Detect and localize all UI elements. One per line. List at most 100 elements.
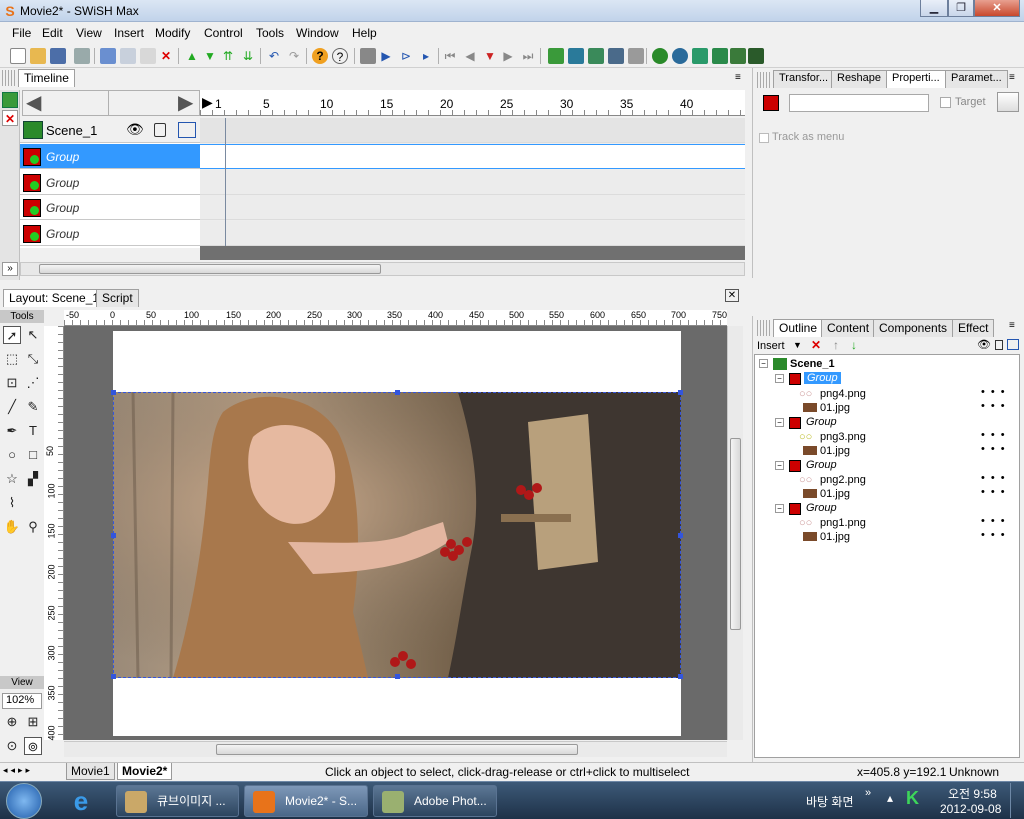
tree-group[interactable]: Group	[806, 416, 837, 428]
movie-nav-icon[interactable]: ◂◂▸▸	[3, 765, 33, 776]
menu-view[interactable]: View	[76, 26, 102, 40]
insert-scene-icon[interactable]	[548, 48, 564, 64]
insert-button-icon[interactable]	[588, 48, 604, 64]
save-icon[interactable]	[50, 48, 66, 64]
line-tool-icon[interactable]: ╱	[3, 398, 21, 416]
ellipse-tool-icon[interactable]: ○	[3, 446, 21, 464]
delete-layer-icon[interactable]: ✕	[2, 110, 18, 126]
zoom-fit-icon[interactable]: ⊕	[3, 713, 21, 731]
delete-icon[interactable]: ✕	[811, 338, 821, 352]
marquee-tool-icon[interactable]: ⬚	[3, 350, 21, 368]
copy-icon[interactable]	[120, 48, 136, 64]
move-down-icon[interactable]: ↓	[851, 338, 857, 352]
hand-tool-icon[interactable]: ✋	[3, 518, 21, 536]
tree-scene[interactable]: Scene_1	[790, 358, 835, 370]
marker-icon[interactable]: ▼	[482, 48, 498, 64]
lock-icon[interactable]	[154, 123, 166, 137]
last-frame-icon[interactable]: ⏭	[520, 48, 536, 64]
tray-arrow-icon[interactable]: ▴	[887, 791, 893, 805]
tree-item[interactable]: 01.jpg	[820, 488, 850, 500]
tab-components[interactable]: Components	[873, 319, 954, 337]
zoom-tool-icon[interactable]: ⚲	[24, 518, 42, 536]
move-top-icon[interactable]: ⇈	[220, 48, 236, 64]
menu-file[interactable]: File	[12, 26, 31, 40]
tab-layout-scene[interactable]: Layout: Scene_1	[3, 289, 106, 307]
effect3-icon[interactable]	[692, 48, 708, 64]
show-desktop-button[interactable]	[1010, 783, 1023, 818]
redo-icon[interactable]: ↷	[286, 48, 302, 64]
tree-item[interactable]: 01.jpg	[820, 531, 850, 543]
menu-insert[interactable]: Insert	[114, 26, 144, 40]
eyedropper-tool-icon[interactable]: ⌇	[3, 494, 21, 512]
tab-properties[interactable]: Properti...	[886, 70, 946, 88]
start-button[interactable]	[6, 783, 42, 819]
minimize-button[interactable]: ▁	[920, 0, 948, 17]
tab-content[interactable]: Content	[821, 319, 876, 337]
move-up-icon[interactable]: ↑	[833, 338, 839, 352]
menu-window[interactable]: Window	[296, 26, 339, 40]
desktop-toolbar[interactable]: 바탕 화면	[806, 793, 854, 810]
layout-vscrollbar[interactable]	[727, 326, 743, 740]
find-icon[interactable]	[74, 48, 90, 64]
move-down-icon[interactable]: ▼	[202, 48, 218, 64]
maximize-button[interactable]: ❐	[948, 0, 974, 17]
timeline-scene-row[interactable]: Scene_1 👁	[20, 118, 200, 143]
tree-group[interactable]: Group	[806, 502, 837, 514]
first-frame-icon[interactable]: ⏮	[442, 48, 458, 64]
prev-frame-icon[interactable]: ◀	[462, 48, 478, 64]
effect-icon[interactable]	[652, 48, 668, 64]
play-scene-icon[interactable]: ⊳	[398, 48, 414, 64]
timeline-frames[interactable]	[200, 118, 745, 260]
tab-timeline[interactable]: Timeline	[18, 69, 75, 87]
close-layout-icon[interactable]: ✕	[725, 289, 739, 302]
timeline-hscrollbar[interactable]	[20, 262, 745, 276]
tree-item[interactable]: png4.png	[820, 388, 866, 400]
close-button[interactable]: ✕	[974, 0, 1020, 17]
target-checkbox[interactable]	[940, 97, 951, 108]
tree-item[interactable]: png3.png	[820, 431, 866, 443]
undo-icon[interactable]: ↶	[266, 48, 282, 64]
tab-parameters[interactable]: Paramet...	[945, 70, 1008, 88]
transform-tool-icon[interactable]: ⤡	[24, 350, 42, 368]
effect5-icon[interactable]	[730, 48, 746, 64]
insert-sprite-icon[interactable]	[608, 48, 624, 64]
add-layer-icon[interactable]	[2, 92, 18, 108]
cut-icon[interactable]	[100, 48, 116, 64]
zoom-all-icon[interactable]: ⊞	[24, 713, 42, 731]
zoom-select[interactable]: 102%	[2, 693, 42, 709]
tab-movie1[interactable]: Movie1	[66, 763, 115, 780]
new-icon[interactable]	[10, 48, 26, 64]
move-up-icon[interactable]: ▲	[184, 48, 200, 64]
layout-hscrollbar[interactable]	[64, 741, 727, 757]
outline-toggle-icon[interactable]	[1007, 339, 1019, 350]
tab-reshape[interactable]: Reshape	[831, 70, 888, 88]
effect2-icon[interactable]	[672, 48, 688, 64]
taskbar-item-folder[interactable]: 큐브이미지 ...	[116, 785, 239, 817]
star-tool-icon[interactable]: ☆	[3, 470, 21, 488]
tree-item[interactable]: png2.png	[820, 474, 866, 486]
menu-tools[interactable]: Tools	[256, 26, 284, 40]
paste-icon[interactable]	[140, 48, 156, 64]
visibility-eye-icon[interactable]: 👁	[126, 121, 144, 138]
panel-menu-icon[interactable]: ≡	[735, 72, 741, 83]
play-frame-icon[interactable]: ▸	[418, 48, 434, 64]
open-icon[interactable]	[30, 48, 46, 64]
taskbar-item-swish[interactable]: Movie2* - S...	[244, 785, 368, 817]
insert-text-icon[interactable]	[568, 48, 584, 64]
effect4-icon[interactable]	[712, 48, 728, 64]
chevron-down-icon[interactable]: ▼	[793, 340, 802, 350]
move-bottom-icon[interactable]: ⇊	[240, 48, 256, 64]
play-icon[interactable]: ▶	[378, 48, 394, 64]
menu-help[interactable]: Help	[352, 26, 377, 40]
tab-effect[interactable]: Effect	[952, 319, 995, 337]
tree-group-selected[interactable]: Group	[804, 372, 841, 384]
ie-icon[interactable]: e	[66, 787, 96, 815]
outline-toggle-icon[interactable]	[178, 122, 196, 138]
timeline-row[interactable]: Group	[20, 170, 200, 195]
timeline-row[interactable]: Group	[20, 221, 200, 246]
menu-edit[interactable]: Edit	[42, 26, 63, 40]
text-tool-icon[interactable]: T	[24, 422, 42, 440]
clock-time[interactable]: 오전 9:58	[948, 785, 997, 802]
crop-tool-icon[interactable]: ⊡	[3, 374, 21, 392]
stop-icon[interactable]	[360, 48, 376, 64]
